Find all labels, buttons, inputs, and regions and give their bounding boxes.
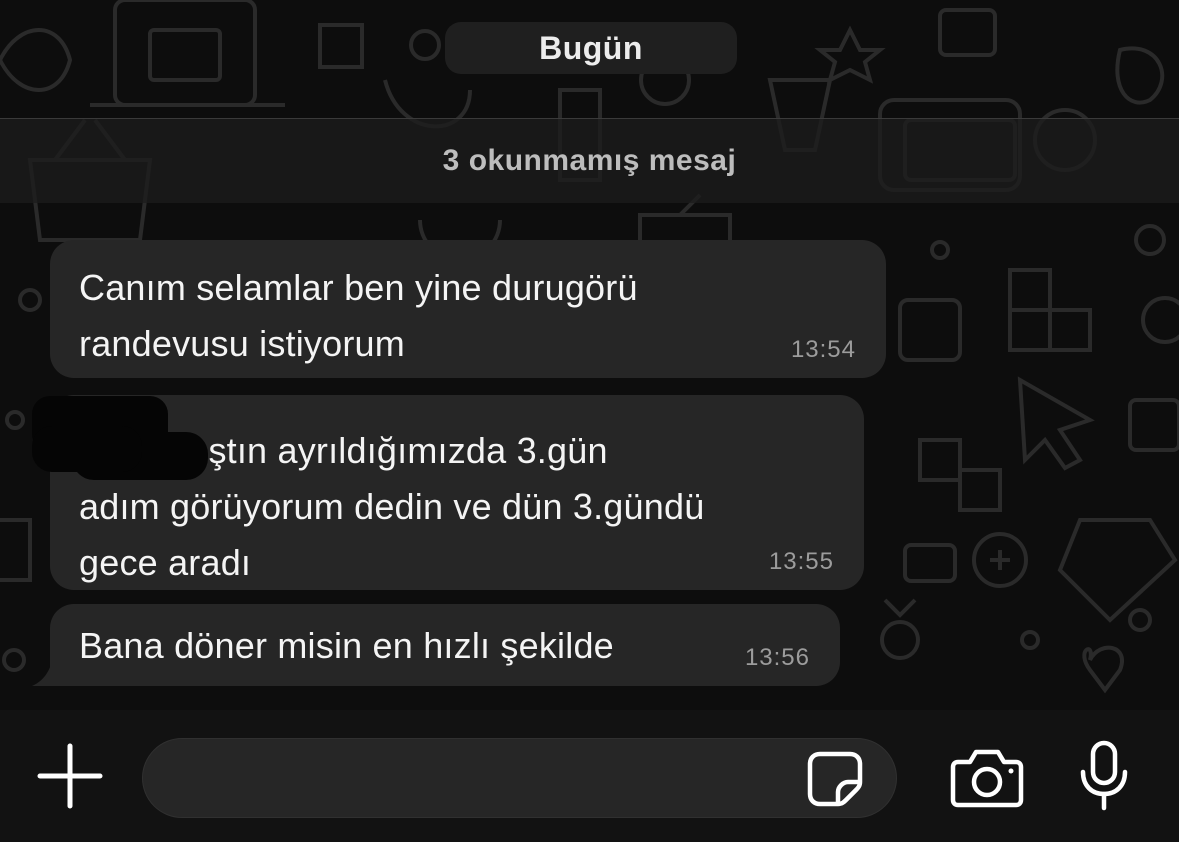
date-separator: Bugün (445, 22, 737, 74)
message-input-field[interactable] (142, 738, 897, 819)
message-text: Canım selamlar ben yine durugörü randevu… (79, 267, 638, 364)
redaction-mark (32, 396, 208, 480)
microphone-icon[interactable] (1078, 740, 1130, 812)
unread-messages-banner: 3 okunmamış mesaj (0, 118, 1179, 203)
incoming-message[interactable]: Canım selamlar ben yine durugörü randevu… (50, 240, 886, 378)
message-text: Bana döner misin en hızlı şekilde (79, 625, 614, 666)
camera-icon[interactable] (950, 748, 1024, 808)
message-timestamp: 13:55 (768, 548, 834, 575)
message-input[interactable] (173, 739, 817, 819)
sticker-icon[interactable] (806, 750, 864, 808)
plus-icon[interactable] (36, 742, 104, 810)
incoming-message[interactable]: Bana döner misin en hızlı şekilde 13:56 (50, 604, 840, 686)
message-timestamp: 13:56 (744, 644, 810, 671)
message-timestamp: 13:54 (790, 336, 856, 363)
